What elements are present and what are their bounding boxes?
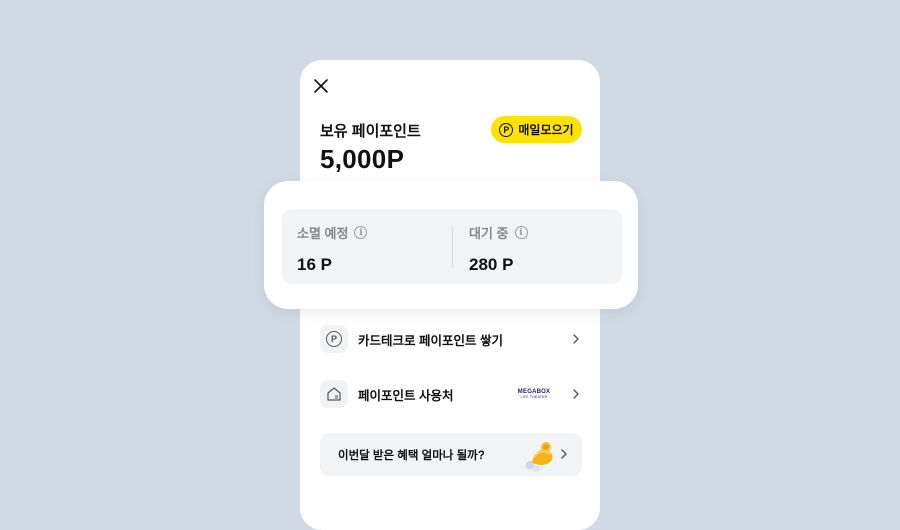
- info-icon[interactable]: i: [514, 226, 528, 239]
- menu-item-point-places[interactable]: 페이포인트 사용처 MEGABOX LIFE THEATER: [320, 378, 582, 410]
- banner-text: 이번달 받은 혜택 얼마나 될까?: [338, 450, 485, 462]
- point-icon: P: [326, 331, 342, 347]
- expiring-label: 소멸 예정: [297, 226, 349, 241]
- pending-points: 대기 중 i 280 P: [469, 223, 528, 275]
- store-icon: [327, 387, 341, 401]
- points-label: 보유 페이포인트: [320, 123, 421, 140]
- daily-collect-label: 매일모으기: [518, 123, 574, 137]
- points-summary-panel: 소멸 예정 i 16 P 대기 중 i 280 P: [282, 209, 622, 284]
- benefit-banner[interactable]: 이번달 받은 혜택 얼마나 될까?: [320, 433, 582, 476]
- divider: [452, 226, 453, 268]
- menu-item-label: 페이포인트 사용처: [358, 388, 454, 403]
- menu-item-label: 카드테크로 페이포인트 쌓기: [358, 333, 503, 348]
- chevron-right-icon: [573, 389, 579, 399]
- pending-value: 280 P: [469, 255, 514, 274]
- expiring-points: 소멸 예정 i 16 P: [297, 223, 368, 275]
- close-icon[interactable]: [312, 77, 330, 95]
- pending-label: 대기 중: [469, 226, 509, 241]
- daily-collect-button[interactable]: P 매일모으기: [491, 116, 582, 143]
- chevron-right-icon: [561, 449, 567, 459]
- expiring-value: 16 P: [297, 255, 332, 274]
- point-icon: P: [499, 122, 514, 137]
- chevron-right-icon: [573, 334, 579, 344]
- point-icon-badge: P: [320, 325, 348, 353]
- menu-item-card-tech[interactable]: P 카드테크로 페이포인트 쌓기: [320, 323, 582, 355]
- info-icon[interactable]: i: [354, 226, 368, 239]
- megabox-logo: MEGABOX LIFE THEATER: [517, 389, 551, 399]
- store-icon-badge: [320, 380, 348, 408]
- points-value: 5,000P: [320, 144, 405, 174]
- points-summary-card: 소멸 예정 i 16 P 대기 중 i 280 P: [264, 181, 638, 309]
- piggy-bank-coins-icon: [523, 442, 553, 472]
